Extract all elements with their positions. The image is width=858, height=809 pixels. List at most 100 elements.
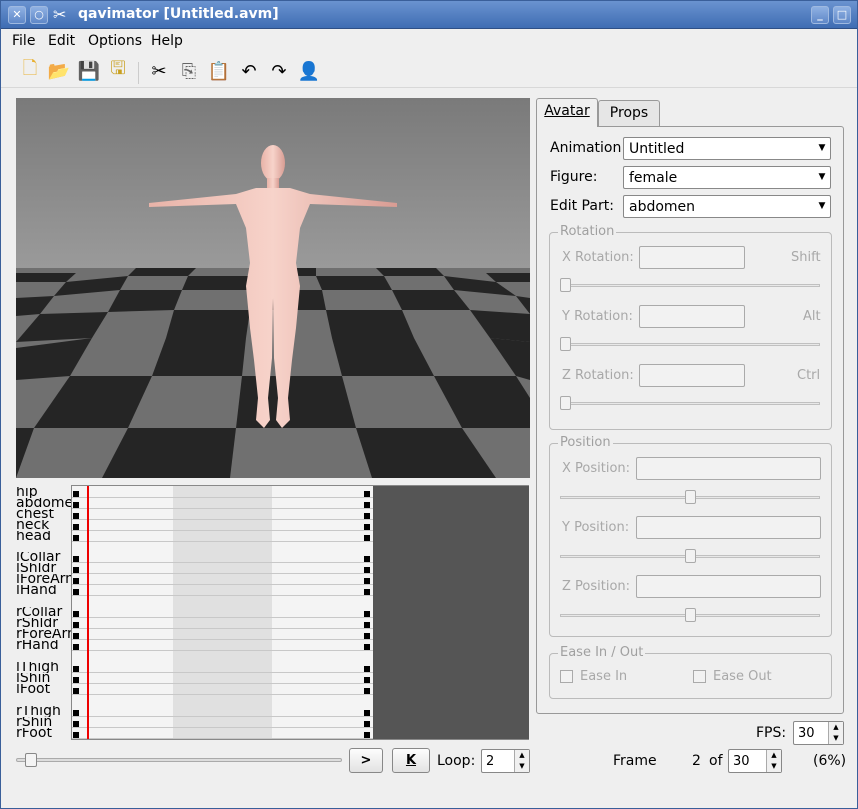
joint-label-hip[interactable]: hip [16, 487, 73, 498]
keyframe-marker[interactable] [73, 611, 79, 617]
joint-row-lShldr[interactable] [72, 573, 373, 574]
keyframe-marker[interactable] [364, 556, 370, 562]
keyframe-marker[interactable] [364, 491, 370, 497]
keyframe-marker[interactable] [364, 666, 370, 672]
menu-options[interactable]: Options [88, 33, 142, 49]
keyframe-marker[interactable] [364, 578, 370, 584]
loop-spinbox[interactable]: 2 ▲ ▼ [481, 749, 530, 773]
joint-row-rForeArm[interactable] [72, 639, 373, 640]
y-rotation-slider[interactable] [560, 343, 820, 346]
undo-icon[interactable]: ↶ [237, 60, 261, 82]
keyframe-marker[interactable] [364, 513, 370, 519]
y-position-knob[interactable] [685, 549, 696, 563]
keyframe-marker[interactable] [73, 666, 79, 672]
joint-row-rShldr[interactable] [72, 628, 373, 629]
menu-help[interactable]: Help [151, 33, 183, 49]
joint-label-rCollar[interactable]: rCollar [16, 607, 73, 618]
joint-row-chest[interactable] [72, 519, 373, 520]
joint-label-neck[interactable]: neck [16, 520, 73, 531]
joint-label-lFoot[interactable]: lFoot [16, 684, 73, 695]
cut-icon[interactable]: ✂ [147, 60, 171, 82]
keyframe-marker[interactable] [73, 556, 79, 562]
keyframe-marker[interactable] [73, 732, 79, 738]
skeleton-icon[interactable]: 👤 [297, 60, 321, 82]
y-position-field[interactable] [636, 516, 821, 539]
keyframe-marker[interactable] [364, 721, 370, 727]
save-icon[interactable]: 💾 [77, 60, 101, 82]
play-button[interactable]: > [349, 748, 383, 773]
y-rotation-field[interactable] [639, 305, 745, 328]
ease-in-checkbox[interactable] [560, 670, 573, 683]
keyframe-marker[interactable] [73, 644, 79, 650]
keyframe-marker[interactable] [73, 578, 79, 584]
keyframe-marker[interactable] [73, 524, 79, 530]
ease-out-checkbox[interactable] [693, 670, 706, 683]
joint-row-neck[interactable] [72, 530, 373, 531]
joint-row-head[interactable] [72, 541, 373, 542]
keyframe-marker[interactable] [73, 677, 79, 683]
y-rotation-knob[interactable] [560, 337, 571, 351]
keyframe-marker[interactable] [73, 688, 79, 694]
redo-icon[interactable]: ↷ [267, 60, 291, 82]
keyframe-marker[interactable] [364, 677, 370, 683]
figure-combo[interactable]: female ▼ [623, 166, 831, 189]
x-rotation-knob[interactable] [560, 278, 571, 292]
minimize-icon[interactable]: _ [811, 6, 829, 24]
z-rotation-slider[interactable] [560, 402, 820, 405]
fps-spinbox[interactable]: 30 ▲ ▼ [793, 721, 844, 745]
keyframe-marker[interactable] [73, 535, 79, 541]
keyframe-marker[interactable] [73, 721, 79, 727]
joint-label-rShldr[interactable]: rShldr [16, 618, 73, 629]
joint-label-lThigh[interactable]: lThigh [16, 662, 73, 673]
joint-label-rThigh[interactable]: rThigh [16, 706, 73, 717]
z-position-field[interactable] [636, 575, 821, 598]
keyframe-marker[interactable] [364, 524, 370, 530]
joint-row-lThigh[interactable] [72, 672, 373, 673]
copy-icon[interactable]: ⎘ [177, 60, 201, 82]
keyframe-marker[interactable] [73, 710, 79, 716]
keyframe-marker[interactable] [364, 644, 370, 650]
keyframe-marker[interactable] [364, 502, 370, 508]
joint-row-lCollar[interactable] [72, 562, 373, 563]
joint-label-rForeArm[interactable]: rForeArm [16, 629, 73, 640]
joint-label-lCollar[interactable]: lCollar [16, 552, 73, 563]
keyframe-marker[interactable] [73, 633, 79, 639]
keyframe-marker[interactable] [364, 535, 370, 541]
keyframe-timeline[interactable]: hipabdomenchestneckhead lCollarlShldrlFor… [16, 484, 530, 741]
joint-label-abdomen[interactable]: abdomen [16, 498, 73, 509]
joint-label-head[interactable]: head [16, 531, 73, 542]
joint-row-rShin[interactable] [72, 727, 373, 728]
spin-arrows-icon[interactable]: ▲ ▼ [766, 750, 781, 772]
close-icon[interactable]: ✕ [8, 6, 26, 24]
position-slider-knob[interactable] [25, 753, 38, 767]
keyframe-marker[interactable] [364, 611, 370, 617]
keyframe-marker[interactable] [364, 567, 370, 573]
keyframe-marker[interactable] [73, 491, 79, 497]
keyframe-marker[interactable] [364, 688, 370, 694]
joint-label-lShldr[interactable]: lShldr [16, 563, 73, 574]
joint-label-lShin[interactable]: lShin [16, 673, 73, 684]
menu-file[interactable]: File [12, 33, 35, 49]
x-rotation-slider[interactable] [560, 284, 820, 287]
menu-edit[interactable]: Edit [48, 33, 75, 49]
keyframe-button[interactable]: K [392, 748, 430, 773]
keyframe-marker[interactable] [73, 622, 79, 628]
z-rotation-knob[interactable] [560, 396, 571, 410]
joint-label-chest[interactable]: chest [16, 509, 73, 520]
3d-viewport[interactable] [16, 98, 530, 478]
open-icon[interactable]: 📂 [47, 60, 71, 82]
keyframe-marker[interactable] [364, 710, 370, 716]
joint-row-lShin[interactable] [72, 683, 373, 684]
keyframe-marker[interactable] [73, 513, 79, 519]
spin-arrows-icon[interactable]: ▲ ▼ [828, 722, 843, 744]
spin-arrows-icon[interactable]: ▲ ▼ [514, 750, 529, 772]
paste-icon[interactable]: 📋 [207, 60, 231, 82]
joint-row-abdomen[interactable] [72, 508, 373, 509]
x-position-knob[interactable] [685, 490, 696, 504]
maximize-icon[interactable]: □ [833, 6, 851, 24]
frame-total-spinbox[interactable]: 30 ▲ ▼ [728, 749, 782, 773]
joint-row-lForeArm[interactable] [72, 584, 373, 585]
joint-label-rShin[interactable]: rShin [16, 717, 73, 728]
keyframe-marker[interactable] [364, 732, 370, 738]
joint-row-rCollar[interactable] [72, 617, 373, 618]
